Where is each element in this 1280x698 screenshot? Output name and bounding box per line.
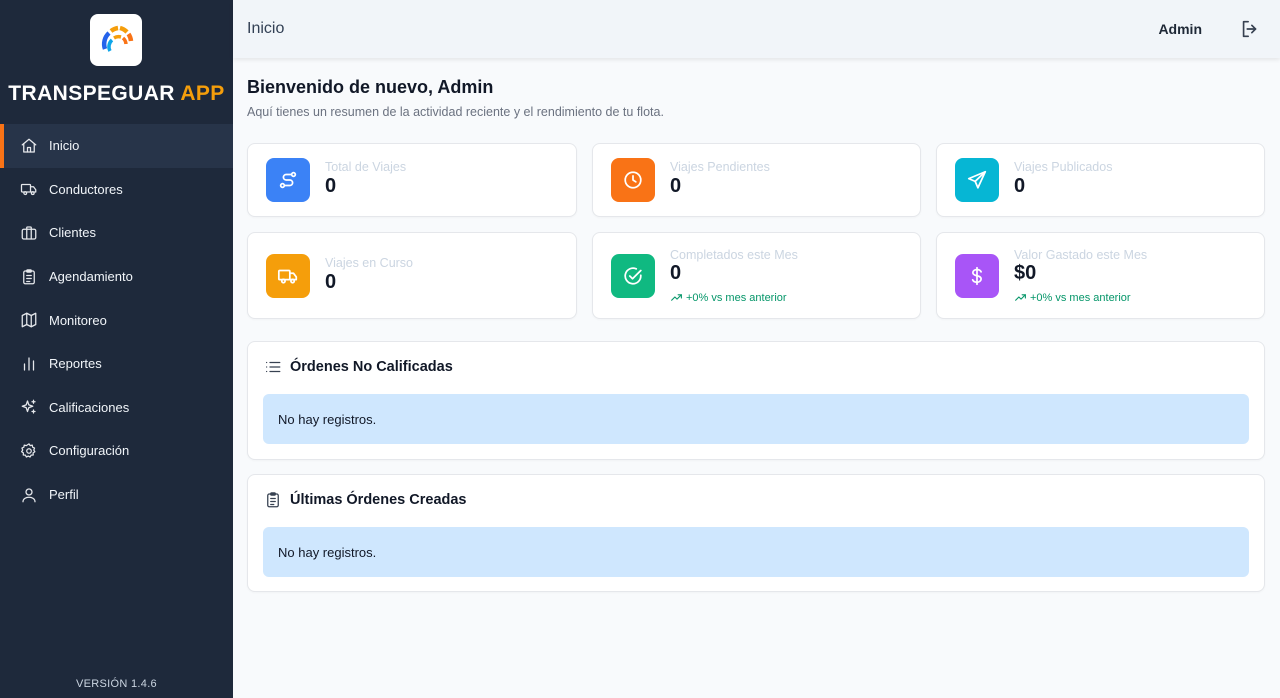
app-version: VERSIÓN 1.4.6 (76, 678, 157, 690)
stat-label: Completados este Mes (670, 248, 798, 262)
panel-ultimas-ordenes: Últimas Órdenes Creadas No hay registros… (247, 474, 1265, 592)
panel-title: Últimas Órdenes Creadas (264, 491, 467, 509)
page-title: Inicio (247, 20, 285, 37)
stat-trend-text: +0% vs mes anterior (686, 291, 787, 304)
user-icon (20, 486, 38, 504)
truck-icon (266, 254, 310, 298)
stat-value: 0 (1014, 175, 1026, 197)
sidebar-item-monitoreo[interactable]: Monitoreo (0, 298, 233, 342)
clock-icon (611, 158, 655, 202)
brand-main: TRANSPEGUAR (8, 82, 175, 105)
sidebar-item-configuracion[interactable]: Configuración (0, 429, 233, 473)
empty-state: No hay registros. (263, 394, 1249, 444)
empty-state: No hay registros. (263, 527, 1249, 577)
stat-value: 0 (325, 175, 337, 197)
sidebar: TRANSPEGUAR APP Inicio Conductores Clien… (0, 0, 233, 698)
sidebar-item-label: Agendamiento (49, 269, 133, 285)
welcome-heading: Bienvenido de nuevo, Admin (247, 77, 494, 97)
panel-title-text: Últimas Órdenes Creadas (290, 492, 467, 508)
stat-trend: +0% vs mes anterior (1014, 291, 1131, 304)
stat-label: Viajes Publicados (1014, 160, 1113, 174)
stat-card-viajes-pendientes[interactable]: Viajes Pendientes 0 (592, 143, 921, 217)
stat-card-total-viajes[interactable]: Total de Viajes 0 (247, 143, 577, 217)
sidebar-item-label: Monitoreo (49, 312, 107, 328)
sidebar-item-label: Clientes (49, 225, 96, 241)
sidebar-item-conductores[interactable]: Conductores (0, 168, 233, 212)
user-menu-button[interactable]: Admin (1136, 12, 1224, 46)
sidebar-item-agendamiento[interactable]: Agendamiento (0, 255, 233, 299)
sidebar-item-label: Calificaciones (49, 399, 130, 415)
welcome-subtitle: Aquí tienes un resumen de la actividad r… (247, 105, 664, 119)
dollar-icon (955, 254, 999, 298)
sidebar-item-reportes[interactable]: Reportes (0, 342, 233, 386)
trending-up-icon (671, 294, 682, 301)
app-logo[interactable] (90, 14, 142, 66)
sidebar-item-label: Inicio (49, 138, 80, 154)
stat-value: $0 (1014, 262, 1037, 284)
stat-card-completados-mes[interactable]: Completados este Mes 0 +0% vs mes anteri… (592, 232, 921, 319)
stat-card-valor-gastado[interactable]: Valor Gastado este Mes $0 +0% vs mes ant… (936, 232, 1265, 319)
brand-name: TRANSPEGUAR APP (0, 82, 233, 106)
stat-label: Viajes Pendientes (670, 160, 770, 174)
home-icon (20, 137, 38, 155)
panel-ordenes-no-calificadas: Órdenes No Calificadas No hay registros. (247, 341, 1265, 460)
stat-trend-text: +0% vs mes anterior (1030, 291, 1131, 304)
stat-label: Total de Viajes (325, 160, 407, 174)
clipboard-icon (264, 491, 282, 509)
truck-icon (20, 180, 38, 198)
sidebar-nav: Inicio Conductores Clientes Agendamiento… (0, 124, 233, 516)
logout-icon (1242, 20, 1257, 38)
brand-accent: APP (180, 82, 225, 105)
sidebar-item-inicio[interactable]: Inicio (0, 124, 233, 168)
stat-trend: +0% vs mes anterior (670, 291, 787, 304)
list-icon (264, 358, 282, 376)
sidebar-item-label: Configuración (49, 443, 130, 459)
top-bar: Inicio Admin (233, 0, 1280, 58)
logo-icon (101, 25, 134, 52)
sidebar-item-label: Conductores (49, 181, 123, 197)
stat-value: 0 (670, 175, 682, 197)
route-icon (266, 158, 310, 202)
check-circle-icon (611, 254, 655, 298)
bar-chart-icon (20, 355, 38, 373)
send-icon (955, 158, 999, 202)
logout-button[interactable] (1238, 17, 1262, 41)
stat-card-viajes-en-curso[interactable]: Viajes en Curso 0 (247, 232, 577, 319)
sidebar-item-calificaciones[interactable]: Calificaciones (0, 386, 233, 430)
sidebar-item-clientes[interactable]: Clientes (0, 211, 233, 255)
panel-title: Órdenes No Calificadas (264, 358, 453, 376)
stat-label: Viajes en Curso (325, 256, 414, 270)
briefcase-icon (20, 224, 38, 242)
stat-card-viajes-publicados[interactable]: Viajes Publicados 0 (936, 143, 1265, 217)
stat-label: Valor Gastado este Mes (1014, 248, 1148, 262)
stat-value: 0 (325, 271, 337, 293)
sidebar-item-label: Reportes (49, 356, 102, 372)
sidebar-item-label: Perfil (49, 487, 79, 503)
map-icon (20, 311, 38, 329)
sparkles-icon (20, 398, 38, 416)
trending-up-icon (1015, 294, 1026, 301)
stat-value: 0 (670, 262, 682, 284)
clipboard-icon (20, 268, 38, 286)
gear-icon (20, 442, 38, 460)
sidebar-item-perfil[interactable]: Perfil (0, 473, 233, 517)
panel-title-text: Órdenes No Calificadas (290, 359, 453, 375)
